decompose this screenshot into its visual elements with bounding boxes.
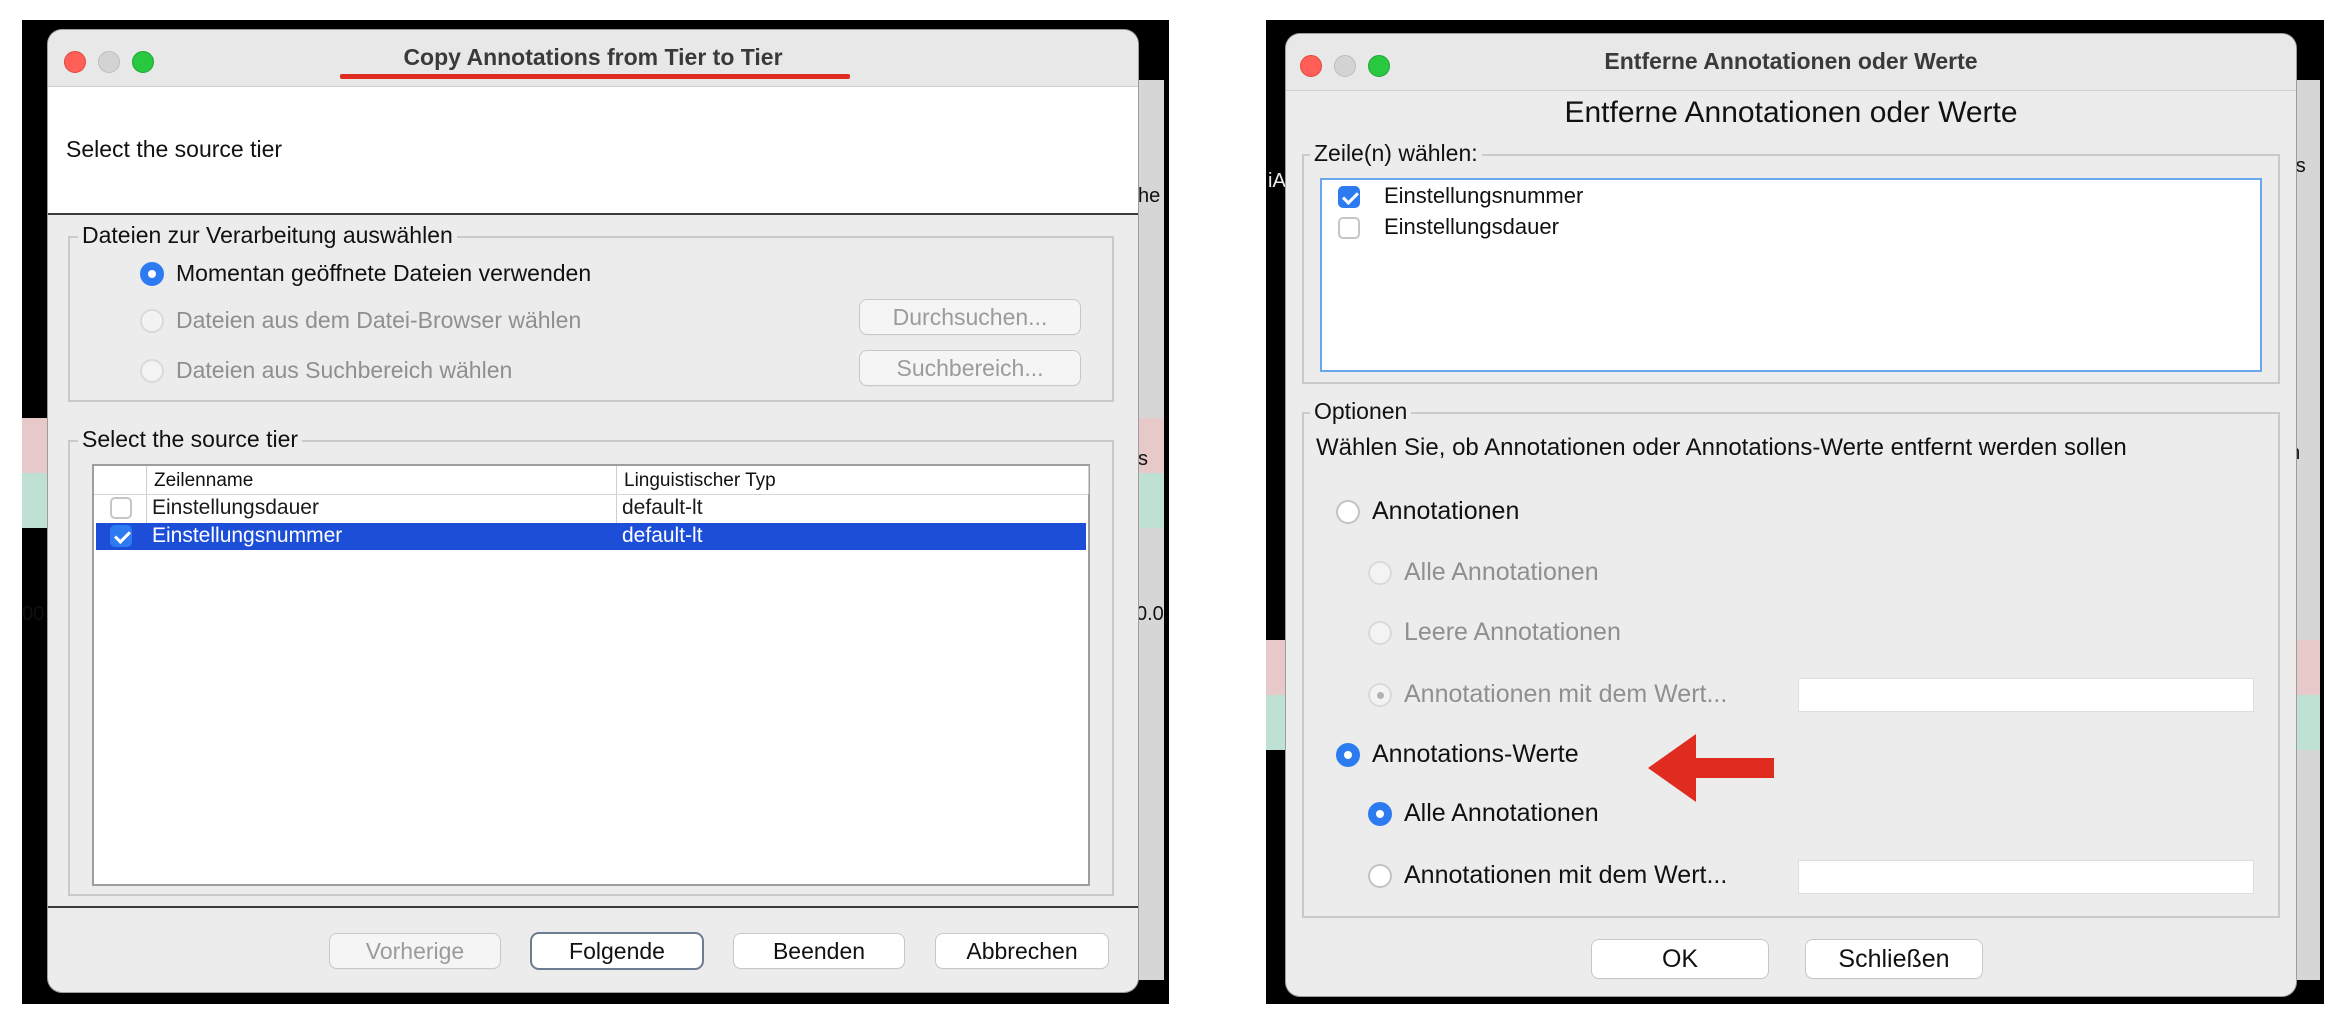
- radio-annotations-with-value-disabled[interactable]: [1368, 683, 1392, 707]
- radio-file-browser-label: Dateien aus dem Datei-Browser wählen: [176, 307, 582, 333]
- radio-annotations-with-value-label: Annotationen mit dem Wert...: [1404, 861, 1728, 889]
- tier-checkbox[interactable]: [1338, 217, 1360, 239]
- radio-all-annotations-disabled-label: Alle Annotationen: [1404, 558, 1599, 586]
- value-input-disabled[interactable]: [1798, 678, 2254, 712]
- radio-annotation-values[interactable]: [1336, 743, 1360, 767]
- next-button[interactable]: Folgende: [532, 934, 702, 968]
- tier-list[interactable]: Einstellungsnummer Einstellungsdauer: [1320, 178, 2262, 372]
- background-app-right-edge: [1134, 80, 1164, 980]
- finish-button[interactable]: Beenden: [734, 934, 904, 968]
- radio-annotations-with-value[interactable]: [1368, 864, 1392, 888]
- remove-annotations-dialog: Entferne Annotationen oder Werte Entfern…: [1286, 34, 2296, 996]
- window-title: Entferne Annotationen oder Werte: [1604, 48, 1978, 74]
- background-text: s: [1138, 448, 1148, 470]
- cancel-button[interactable]: Abbrechen: [936, 934, 1108, 968]
- tier-type-cell: default-lt: [622, 524, 703, 547]
- header-divider: [48, 213, 1138, 215]
- step-header-text: Select the source tier: [66, 136, 283, 162]
- table-row-selected[interactable]: Einstellungsnummer default-lt: [96, 523, 1086, 550]
- search-domain-button[interactable]: Suchbereich...: [860, 351, 1080, 385]
- radio-all-annotations-values[interactable]: [1368, 802, 1392, 826]
- browse-button[interactable]: Durchsuchen...: [860, 300, 1080, 334]
- background-text: iA: [1268, 170, 1286, 192]
- right-screenshot-frame: ers ah iA Entferne Annotationen oder Wer…: [1266, 20, 2324, 1004]
- ok-button[interactable]: OK: [1592, 940, 1768, 978]
- tier-select-legend: Zeile(n) wählen:: [1310, 140, 1482, 167]
- footer-divider: [48, 906, 1138, 908]
- column-header-tier-name[interactable]: Zeilenname: [154, 470, 253, 492]
- tier-table: Zeilenname Linguistischer Typ Einstellun…: [92, 464, 1090, 886]
- radio-annotations-label: Annotationen: [1372, 497, 1520, 525]
- background-red-strip-left: [1266, 640, 1286, 695]
- radio-open-files[interactable]: [140, 262, 164, 286]
- options-description: Wählen Sie, ob Annotationen oder Annotat…: [1316, 434, 2127, 461]
- radio-all-annotations-disabled[interactable]: [1368, 561, 1392, 585]
- red-arrow-annotation: [1648, 734, 1774, 802]
- background-green-strip-left: [1266, 695, 1286, 750]
- background-green-strip: [1134, 473, 1164, 528]
- left-screenshot-frame: he s 00 0.0 Copy Annotations from Tier t…: [22, 20, 1169, 1004]
- copy-annotations-dialog: Copy Annotations from Tier to Tier Selec…: [48, 30, 1138, 992]
- tier-checkbox[interactable]: [1338, 186, 1360, 208]
- files-group-legend: Dateien zur Verarbeitung auswählen: [78, 222, 457, 249]
- close-button[interactable]: Schließen: [1806, 940, 1982, 978]
- radio-open-files-label: Momentan geöffnete Dateien verwenden: [176, 260, 592, 286]
- radio-all-annotations-values-label: Alle Annotationen: [1404, 799, 1599, 827]
- tier-type-cell: default-lt: [622, 496, 703, 519]
- tier-list-item[interactable]: Einstellungsnummer: [1384, 183, 1583, 209]
- options-legend: Optionen: [1310, 398, 1412, 425]
- background-red-strip-left: [22, 418, 50, 473]
- column-separator: [1088, 466, 1089, 494]
- radio-empty-annotations-label: Leere Annotationen: [1404, 618, 1621, 646]
- row-checkbox[interactable]: [110, 497, 132, 519]
- radio-empty-annotations[interactable]: [1368, 621, 1392, 645]
- row-checkbox[interactable]: [110, 525, 132, 547]
- value-input[interactable]: [1798, 860, 2254, 894]
- background-green-strip-left: [22, 473, 50, 528]
- window-title: Copy Annotations from Tier to Tier: [403, 44, 783, 70]
- tier-name-cell: Einstellungsnummer: [152, 524, 343, 547]
- table-row[interactable]: Einstellungsdauer default-lt: [96, 495, 1086, 522]
- tier-group-legend: Select the source tier: [78, 426, 303, 453]
- options-group: [1302, 412, 2280, 918]
- title-bar: Entferne Annotationen oder Werte: [1286, 34, 2296, 91]
- radio-annotations[interactable]: [1336, 500, 1360, 524]
- radio-annotation-values-label: Annotations-Werte: [1372, 740, 1579, 768]
- radio-annotations-with-value-disabled-label: Annotationen mit dem Wert...: [1404, 680, 1728, 708]
- radio-search-domain-label: Dateien aus Suchbereich wählen: [176, 357, 513, 383]
- title-underline-annotation: [340, 74, 850, 79]
- background-text: 00: [22, 603, 45, 625]
- radio-file-browser[interactable]: [140, 309, 164, 333]
- background-text: 0.0: [1136, 603, 1164, 625]
- previous-button[interactable]: Vorherige: [330, 934, 500, 968]
- dialog-heading: Entferne Annotationen oder Werte: [1564, 96, 2018, 129]
- background-text: he: [1138, 185, 1161, 207]
- column-header-linguistic-type[interactable]: Linguistischer Typ: [624, 470, 776, 492]
- tier-list-item[interactable]: Einstellungsdauer: [1384, 214, 1559, 240]
- radio-search-domain[interactable]: [140, 359, 164, 383]
- title-bar: Copy Annotations from Tier to Tier: [48, 30, 1138, 87]
- tier-name-cell: Einstellungsdauer: [152, 496, 319, 519]
